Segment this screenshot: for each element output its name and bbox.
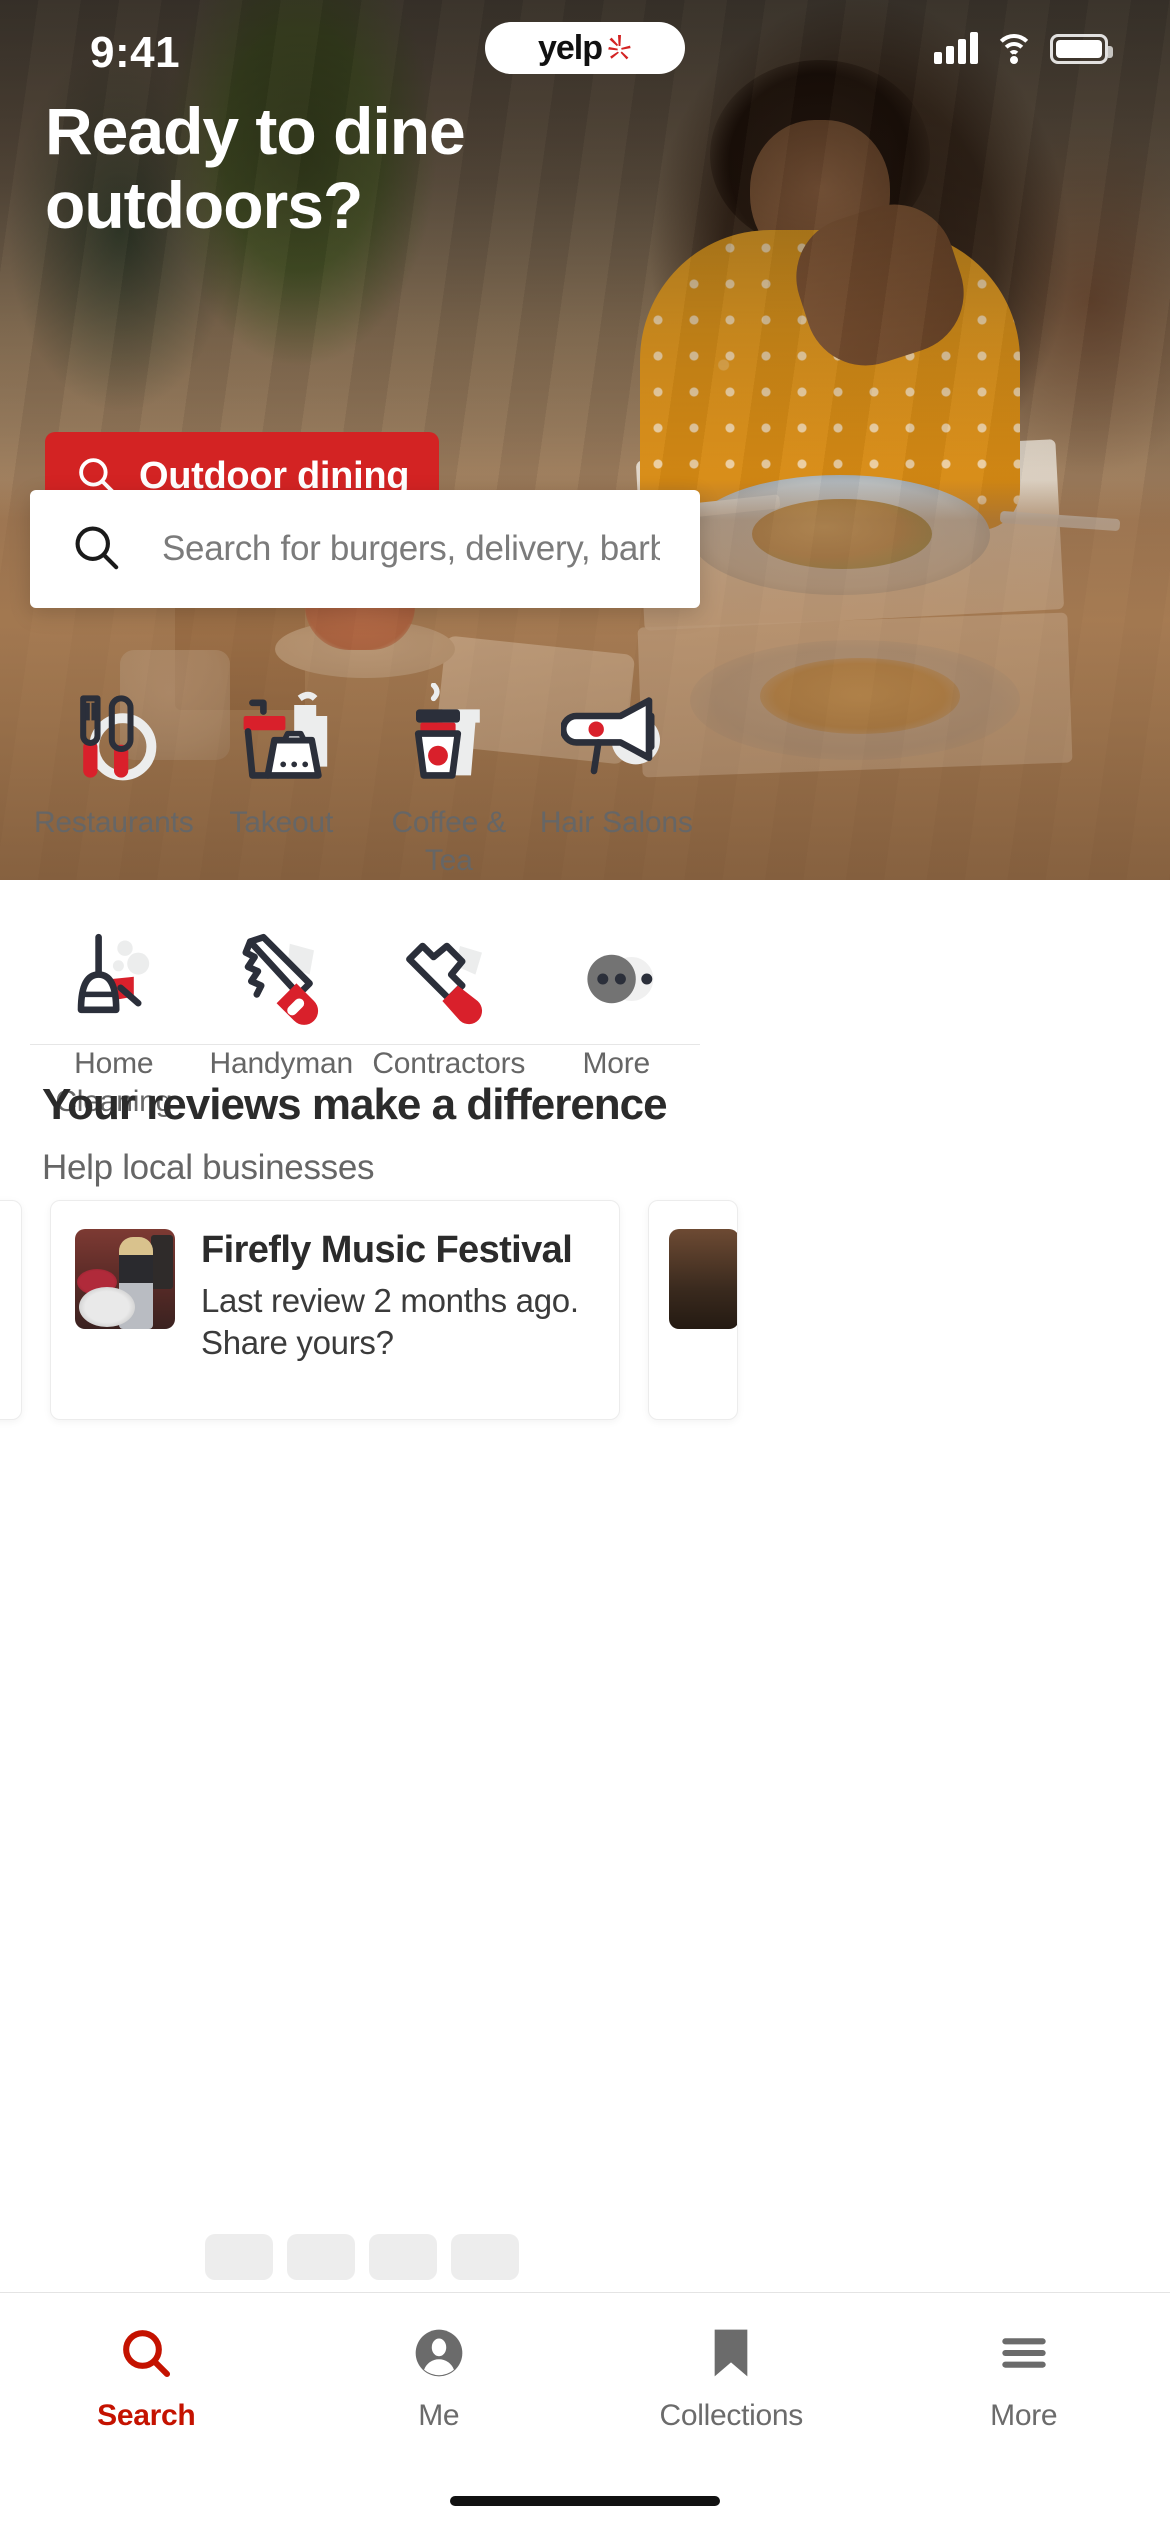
review-card[interactable]: Firefly Music Festival Last review 2 mon… <box>50 1200 620 1420</box>
category-label: Coffee & Tea <box>391 806 507 878</box>
review-card-peek-right[interactable] <box>648 1200 738 1420</box>
ellipsis-icon <box>557 919 675 1039</box>
tab-search[interactable]: Search <box>0 2321 293 2433</box>
status-bar-time: 9:41 <box>90 28 181 77</box>
user-avatar-icon <box>411 2321 467 2385</box>
rating-star-2-button[interactable] <box>287 2234 355 2280</box>
tab-label: More <box>990 2399 1058 2432</box>
rating-star-1-button[interactable] <box>205 2234 273 2280</box>
status-bar: 9:41 yelp <box>0 0 1170 110</box>
cellular-signal-icon <box>934 30 978 64</box>
search-icon <box>118 2321 174 2385</box>
search-icon <box>70 521 122 578</box>
category-coffee-tea[interactable]: Coffee & Tea <box>365 650 533 881</box>
category-hair-salons[interactable]: Hair Salons <box>533 650 701 881</box>
category-takeout[interactable]: Takeout <box>198 650 366 881</box>
broom-dustpan-icon <box>55 919 173 1039</box>
hero-title: Ready to dine outdoors? <box>45 94 466 242</box>
coffee-cup-icon <box>390 678 508 798</box>
yelp-burst-icon <box>606 33 632 63</box>
takeout-box-icon <box>222 678 340 798</box>
review-prompt-text: Last review 2 months ago. Share yours? <box>201 1282 579 1362</box>
battery-icon <box>1050 34 1113 64</box>
category-label: Handyman <box>209 1046 354 1080</box>
business-thumbnail <box>669 1229 737 1329</box>
rating-star-4-button[interactable] <box>451 2234 519 2280</box>
tab-me[interactable]: Me <box>293 2321 586 2433</box>
fork-knife-icon <box>55 678 173 798</box>
search-input-placeholder[interactable]: Search for burgers, delivery, barbers on… <box>162 529 660 569</box>
section-divider <box>30 1044 700 1045</box>
tab-label: Search <box>97 2399 196 2432</box>
reviews-section-subheading: Help local businesses <box>42 1148 375 1187</box>
search-bar[interactable]: Search for burgers, delivery, barbers on… <box>30 490 700 608</box>
tab-collections[interactable]: Collections <box>585 2321 878 2433</box>
hammer-wrench-icon <box>390 919 508 1039</box>
tab-more[interactable]: More <box>878 2321 1170 2433</box>
business-name: Firefly Music Festival <box>201 1229 573 1271</box>
bookmark-icon <box>706 2321 756 2385</box>
category-label: Restaurants <box>33 806 194 839</box>
business-thumbnail <box>75 1229 175 1329</box>
yelp-logo-pill: yelp <box>485 22 685 74</box>
category-restaurants[interactable]: Restaurants <box>30 650 198 881</box>
star-rating-buttons[interactable] <box>205 2234 519 2280</box>
hair-dryer-icon <box>557 678 675 798</box>
reviews-section-heading: Your reviews make a difference <box>42 1080 668 1129</box>
review-card-peek-left[interactable] <box>0 1200 22 1420</box>
category-grid: Restaurants Takeout Coffee & Tea Hair Sa… <box>30 650 700 1122</box>
hamburger-menu-icon <box>996 2321 1052 2385</box>
category-label: More <box>582 1046 651 1080</box>
review-cards-carousel[interactable]: Firefly Music Festival Last review 2 mon… <box>0 1200 1170 1420</box>
wifi-icon <box>994 32 1034 64</box>
yelp-wordmark: yelp <box>537 28 603 67</box>
category-label: Contractors <box>372 1046 526 1080</box>
tab-label: Collections <box>659 2399 804 2432</box>
handsaw-icon <box>222 919 340 1039</box>
status-bar-indicators <box>934 30 1113 64</box>
category-label: Takeout <box>229 806 334 839</box>
home-indicator <box>450 2496 720 2506</box>
tab-label: Me <box>418 2399 460 2432</box>
category-label: Hair Salons <box>539 806 693 839</box>
rating-star-3-button[interactable] <box>369 2234 437 2280</box>
